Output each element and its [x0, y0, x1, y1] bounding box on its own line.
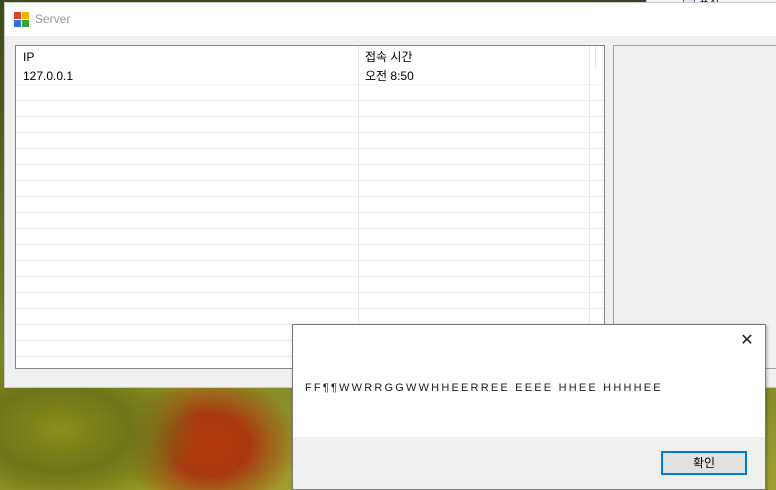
- grid-line: [16, 260, 604, 261]
- connection-list[interactable]: IP 접속 시간 127.0.0.1 오전 8:50: [15, 45, 605, 369]
- close-icon[interactable]: ✕: [735, 331, 759, 351]
- grid-line: [16, 276, 604, 277]
- grid-line: [16, 148, 604, 149]
- grid-line: [16, 292, 604, 293]
- grid-line: [16, 164, 604, 165]
- cell-ip: 127.0.0.1: [23, 69, 74, 83]
- ok-button[interactable]: 확인: [661, 451, 747, 475]
- grid-line: [16, 308, 604, 309]
- grid-line: [16, 228, 604, 229]
- grid-line: [16, 100, 604, 101]
- grid-line: [16, 132, 604, 133]
- column-header-connect-time[interactable]: 접속 시간: [358, 46, 596, 68]
- dialog-footer: 확인: [293, 437, 765, 489]
- app-window-icon: [14, 12, 30, 28]
- column-header-ip[interactable]: IP: [16, 46, 359, 68]
- message-dialog: ✕ FF¶¶WWRRGGWWHHEERREE EEEE HHEE HHHHEE …: [292, 324, 766, 490]
- grid-line: [16, 244, 604, 245]
- cell-connect-time: 오전 8:50: [365, 69, 414, 83]
- title-bar[interactable]: Server: [5, 3, 776, 36]
- grid-line: [16, 212, 604, 213]
- dialog-message: FF¶¶WWRRGGWWHHEERREE EEEE HHEE HHHHEE: [305, 382, 663, 394]
- side-panel: [613, 45, 776, 369]
- table-row[interactable]: 127.0.0.1 오전 8:50: [16, 68, 604, 85]
- list-header: IP 접속 시간: [16, 46, 604, 68]
- grid-line: [16, 196, 604, 197]
- grid-line: [16, 180, 604, 181]
- grid-line: [358, 68, 359, 368]
- window-title: Server: [35, 12, 71, 26]
- grid-line: [589, 46, 590, 368]
- grid-line: [16, 116, 604, 117]
